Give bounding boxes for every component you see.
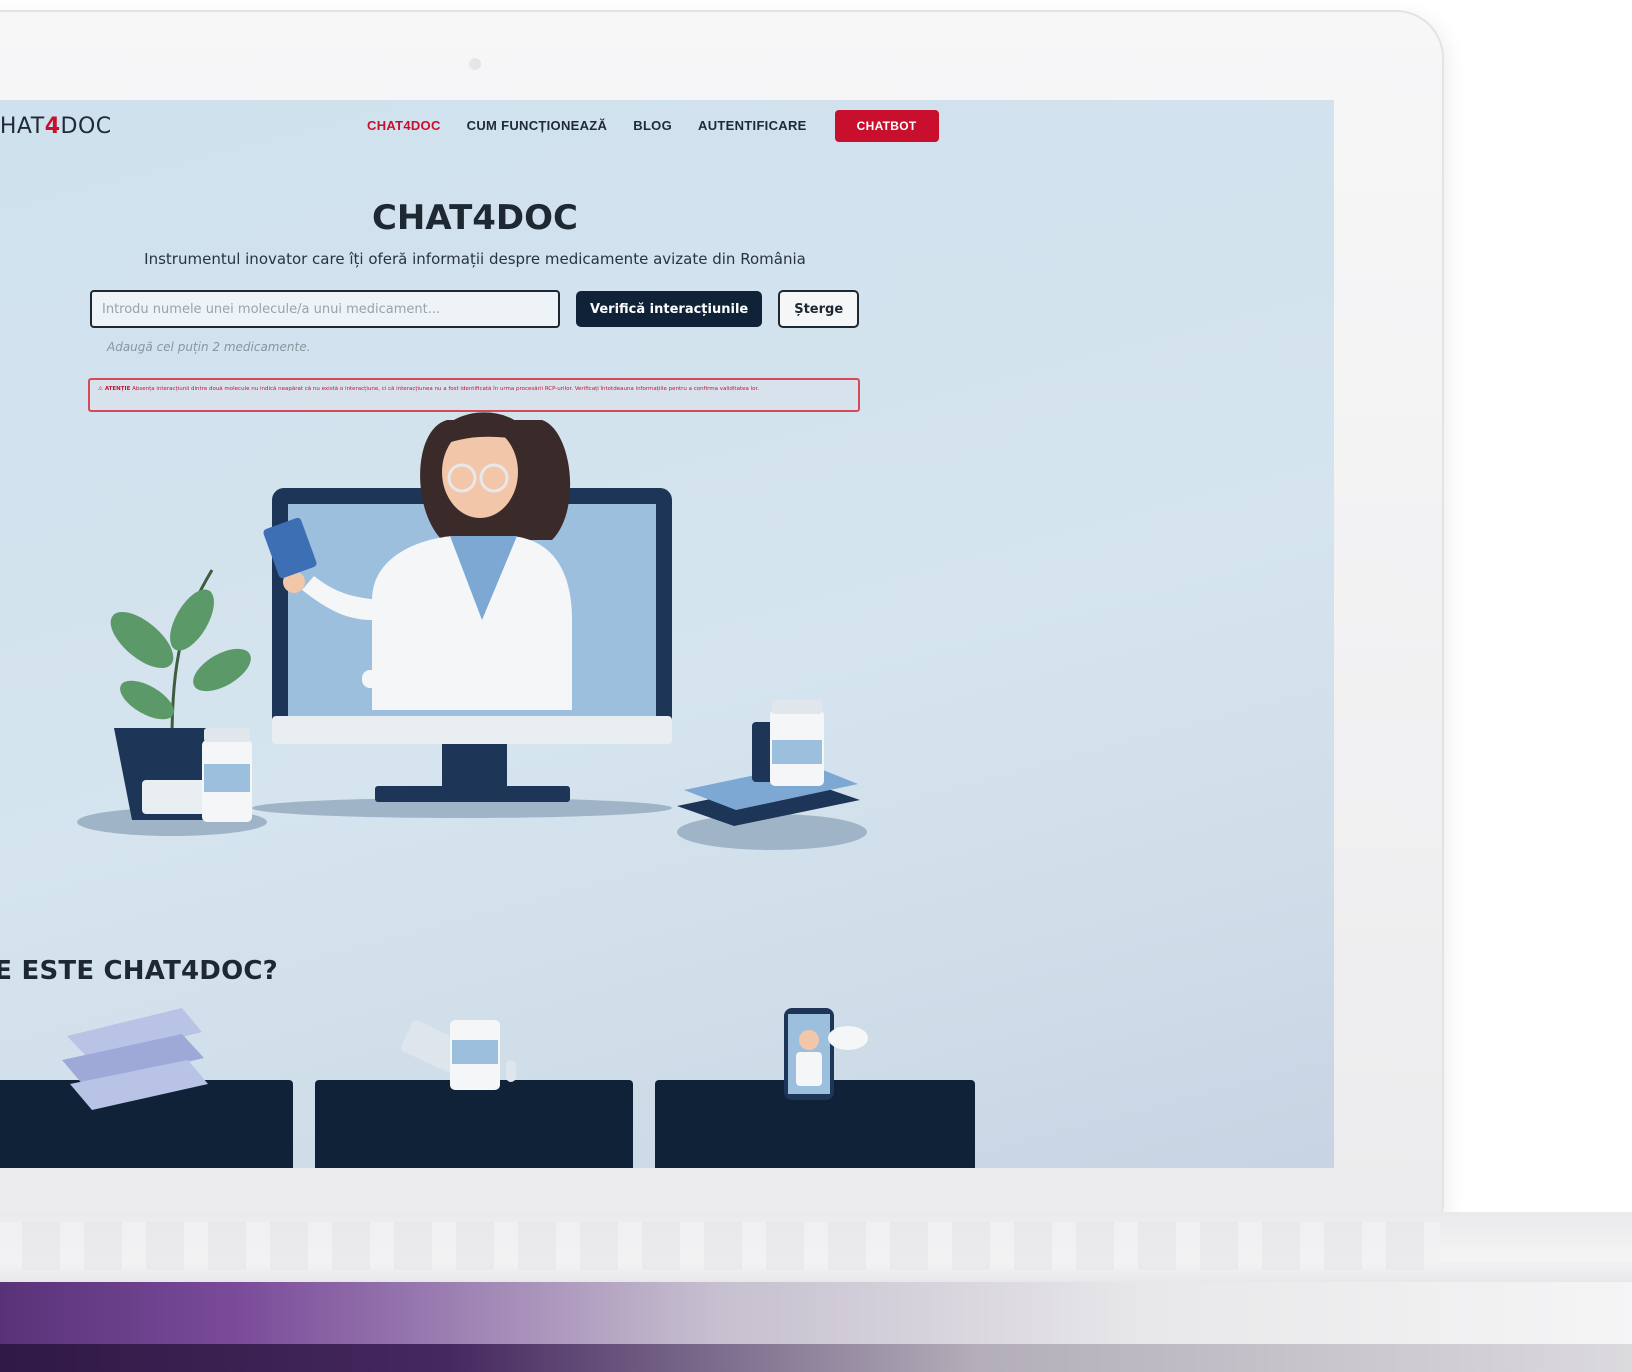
navbar: CHAT4DOC CHAT4DOC CUM FUNCȚIONEAZĂ BLOG … (0, 100, 1334, 160)
medication-search-input[interactable] (90, 290, 560, 328)
monitor-base (375, 786, 570, 802)
doctor-coat (372, 536, 572, 710)
nav-link-blog[interactable]: BLOG (633, 106, 672, 145)
logo-highlight: 4 (44, 114, 61, 139)
monitor-shadow (252, 798, 672, 818)
laptop-mockup: CHAT4DOC CHAT4DOC CUM FUNCȚIONEAZĂ BLOG … (0, 0, 1632, 1372)
dropper-bottle (752, 722, 774, 782)
pill-bottle-cap (204, 728, 250, 742)
plant-leaf (120, 680, 174, 720)
jar-label (772, 740, 822, 764)
page-subtitle: Instrumentul inovator care îți oferă inf… (144, 250, 806, 268)
feature-card[interactable] (315, 1080, 633, 1168)
search-hint: Adaugă cel puțin 2 medicamente. (107, 340, 311, 354)
feature-card[interactable] (0, 1080, 293, 1168)
doctor-arm (302, 576, 382, 620)
blister-pack (142, 780, 214, 814)
nav-link-cum-functioneaza[interactable]: CUM FUNCȚIONEAZĂ (467, 106, 608, 145)
monitor-chin (272, 716, 672, 744)
page-title: CHAT4DOC (371, 198, 578, 238)
plant-shadow (77, 808, 267, 836)
plant-leaf (110, 611, 174, 669)
medicine-box (263, 517, 317, 579)
laptop-base (0, 1282, 1632, 1352)
logo[interactable]: CHAT4DOC (0, 114, 112, 139)
laptop-screen: CHAT4DOC CHAT4DOC CUM FUNCȚIONEAZĂ BLOG … (0, 100, 1334, 1168)
search-row: Verifică interacțiunile Șterge (90, 290, 860, 328)
book-top (684, 764, 858, 810)
plant-pot (114, 728, 222, 820)
warning-label: ⚠ ATENȚIE (98, 386, 131, 392)
doctor-hand (283, 571, 305, 593)
glasses-right (479, 463, 509, 493)
nav-link-autentificare[interactable]: AUTENTIFICARE (698, 106, 807, 145)
camera-dot (469, 58, 481, 70)
warning-box: ⚠ ATENȚIE Absența interacțiunii dintre d… (88, 378, 860, 412)
laptop-keyboard (0, 1222, 1440, 1270)
jar-bottle (770, 710, 824, 786)
monitor-stand (442, 736, 507, 792)
feature-card[interactable] (655, 1080, 975, 1168)
laptop-lid: CHAT4DOC CHAT4DOC CUM FUNCȚIONEAZĂ BLOG … (0, 10, 1444, 1234)
doctor-hair-top (442, 412, 532, 445)
logo-prefix: CHAT (0, 114, 45, 139)
doctor-folded-arms (362, 670, 442, 688)
logo-suffix: DOC (60, 114, 112, 139)
plant-stem (170, 569, 214, 741)
nav-link-chat4doc[interactable]: CHAT4DOC (367, 106, 441, 145)
book-bottom (677, 780, 860, 826)
pill-bottle (202, 740, 252, 822)
nav-links: CHAT4DOC CUM FUNCȚIONEAZĂ BLOG AUTENTIFI… (367, 106, 939, 145)
books-shadow (677, 814, 867, 850)
plant-leaf (170, 589, 214, 651)
pill-bottle-label (204, 764, 250, 792)
check-interactions-button[interactable]: Verifică interacțiunile (576, 291, 763, 327)
monitor-screen (288, 504, 656, 716)
doctor-shirt (450, 536, 517, 620)
doctor-face (442, 426, 518, 518)
section-title: CE ESTE CHAT4DOC? (0, 956, 278, 986)
clear-button[interactable]: Șterge (778, 290, 860, 328)
plant-leaf (193, 648, 251, 692)
doctor-hair (420, 420, 571, 540)
chatbot-button[interactable]: CHATBOT (834, 109, 939, 142)
jar-cap (772, 700, 822, 714)
monitor-frame (272, 488, 672, 744)
glasses-left (447, 463, 477, 493)
warning-text: Absența interacțiunii dintre două molecu… (132, 386, 760, 392)
laptop-base-edge (0, 1344, 1632, 1372)
